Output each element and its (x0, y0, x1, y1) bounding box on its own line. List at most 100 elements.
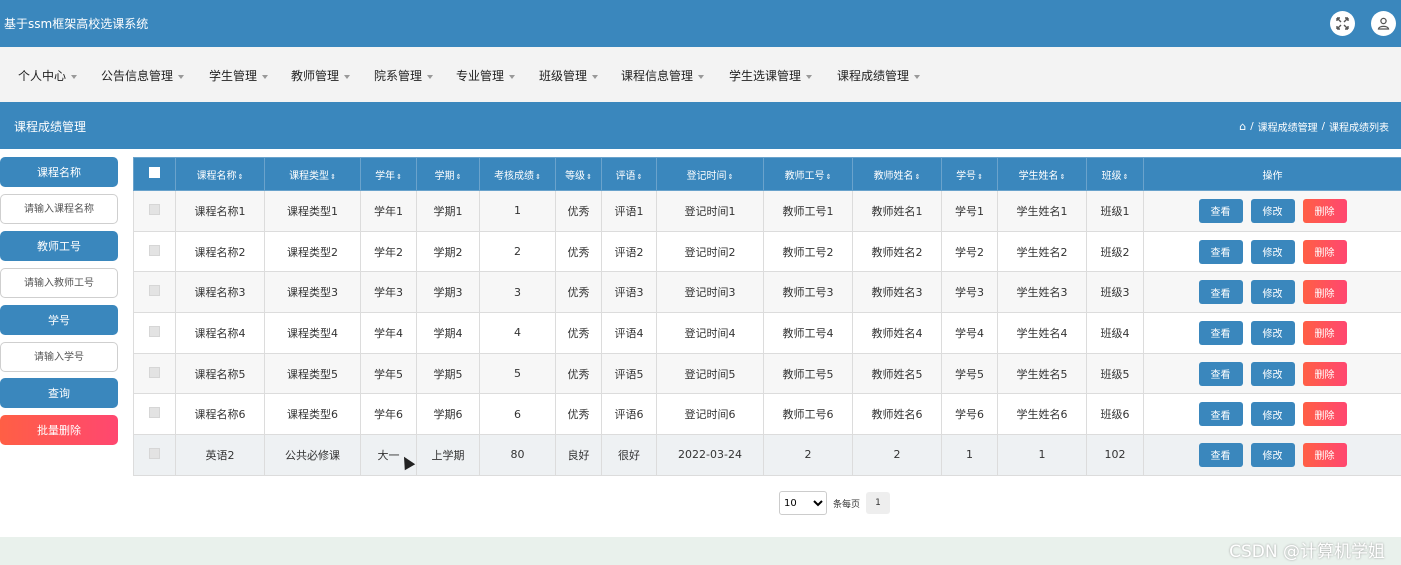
row-select-cell[interactable] (133, 352, 176, 395)
row-checkbox[interactable] (149, 285, 160, 297)
course-name-label: 课程名称 (0, 157, 118, 187)
column-header[interactable]: 教师姓名⇕ (852, 157, 942, 191)
row-checkbox[interactable] (149, 366, 160, 378)
column-header-actions: 操作 (1143, 157, 1401, 191)
user-icon[interactable] (1371, 11, 1396, 36)
table-cell: 评语2 (601, 230, 657, 273)
delete-button[interactable]: 删除 (1302, 280, 1347, 305)
nav-item-students[interactable]: 学生管理 (209, 67, 269, 84)
delete-button[interactable]: 删除 (1302, 198, 1347, 223)
column-header[interactable]: 教师工号⇕ (763, 157, 853, 191)
table-cell: 评语5 (601, 352, 657, 395)
table-cell: 课程类型2 (264, 230, 361, 273)
column-header[interactable]: 考核成绩⇕ (479, 157, 556, 191)
row-actions: 查看 修改 删除 (1145, 442, 1401, 467)
row-select-cell[interactable] (133, 393, 176, 436)
edit-button[interactable]: 修改 (1250, 239, 1295, 264)
row-checkbox[interactable] (149, 407, 160, 419)
bulk-delete-button[interactable]: 批量删除 (0, 415, 118, 445)
row-select-cell[interactable] (133, 271, 176, 314)
delete-button[interactable]: 删除 (1302, 239, 1347, 264)
nav-item-notice[interactable]: 公告信息管理 (101, 67, 185, 84)
query-button[interactable]: 查询 (0, 378, 118, 408)
student-no-input[interactable] (0, 342, 118, 372)
row-select-cell[interactable] (133, 312, 176, 354)
row-select-cell[interactable] (133, 230, 176, 273)
table-cell: 学年6 (360, 393, 417, 436)
view-button[interactable]: 查看 (1198, 280, 1243, 305)
nav-item-departments[interactable]: 院系管理 (374, 67, 434, 84)
column-header[interactable]: 课程类型⇕ (264, 157, 361, 191)
table-cell: 学年3 (360, 271, 417, 314)
column-header[interactable]: 学生姓名⇕ (997, 157, 1087, 191)
view-button[interactable]: 查看 (1198, 442, 1243, 467)
table-cell: 课程名称1 (175, 190, 265, 232)
column-header[interactable]: 学年⇕ (360, 157, 417, 191)
column-header[interactable]: 等级⇕ (555, 157, 602, 191)
table-cell: 上学期 (416, 434, 480, 476)
nav-item-course-grades[interactable]: 课程成绩管理 (837, 67, 921, 84)
view-button[interactable]: 查看 (1198, 198, 1243, 223)
table-cell: 学号2 (941, 230, 998, 273)
sort-icon: ⇕ (977, 172, 983, 181)
edit-button[interactable]: 修改 (1250, 320, 1295, 345)
view-button[interactable]: 查看 (1198, 239, 1243, 264)
chevron-down-icon (806, 74, 813, 79)
home-icon[interactable]: ⌂ (1239, 120, 1246, 133)
select-all-cell[interactable] (133, 157, 176, 191)
edit-button[interactable]: 修改 (1250, 280, 1295, 305)
teacher-no-input[interactable] (0, 268, 118, 298)
expand-icon[interactable] (1330, 11, 1355, 36)
page-number[interactable]: 1 (866, 492, 891, 514)
column-header[interactable]: 登记时间⇕ (656, 157, 764, 191)
nav-item-course-info[interactable]: 课程信息管理 (621, 67, 705, 84)
edit-button[interactable]: 修改 (1250, 402, 1295, 427)
course-name-input[interactable] (0, 194, 118, 224)
column-header[interactable]: 评语⇕ (601, 157, 657, 191)
edit-button[interactable]: 修改 (1250, 198, 1295, 223)
table-cell: 评语4 (601, 312, 657, 354)
nav-item-classes[interactable]: 班级管理 (539, 67, 599, 84)
table-cell: 6 (479, 393, 556, 436)
table-cell: 学期4 (416, 312, 480, 354)
column-header[interactable]: 学号⇕ (941, 157, 998, 191)
sort-icon: ⇕ (727, 172, 734, 181)
table-cell: 教师姓名3 (852, 271, 942, 314)
view-button[interactable]: 查看 (1198, 320, 1243, 345)
row-checkbox[interactable] (149, 244, 160, 256)
table-header-row: 课程名称⇕ 课程类型⇕ 学年⇕ 学期⇕ 考核成绩⇕ 等级⇕ 评语⇕ 登记时间⇕ … (133, 157, 1401, 191)
column-header[interactable]: 课程名称⇕ (175, 157, 265, 191)
nav-item-teachers[interactable]: 教师管理 (291, 67, 351, 84)
delete-button[interactable]: 删除 (1302, 402, 1347, 427)
sort-icon: ⇕ (396, 172, 402, 181)
delete-button[interactable]: 删除 (1302, 442, 1347, 467)
nav-item-majors[interactable]: 专业管理 (456, 67, 516, 84)
nav-item-personal-center[interactable]: 个人中心 (18, 67, 78, 84)
table-cell: 优秀 (555, 190, 602, 232)
table-cell: 良好 (555, 434, 602, 476)
row-checkbox[interactable] (149, 203, 160, 215)
column-header[interactable]: 班级⇕ (1086, 157, 1144, 191)
select-all-checkbox[interactable] (149, 167, 160, 178)
view-button[interactable]: 查看 (1198, 361, 1243, 386)
delete-button[interactable]: 删除 (1302, 361, 1347, 386)
delete-button[interactable]: 删除 (1302, 320, 1347, 345)
nav-item-course-selection[interactable]: 学生选课管理 (729, 67, 813, 84)
chevron-down-icon (592, 74, 599, 79)
edit-button[interactable]: 修改 (1250, 442, 1295, 467)
edit-button[interactable]: 修改 (1250, 361, 1295, 386)
row-checkbox[interactable] (149, 447, 160, 459)
column-header[interactable]: 学期⇕ (416, 157, 480, 191)
page-size-select[interactable]: 10 (779, 491, 827, 515)
view-button[interactable]: 查看 (1198, 402, 1243, 427)
table-cell: 学年5 (360, 352, 417, 395)
breadcrumb-item[interactable]: 课程成绩管理 (1258, 119, 1318, 134)
nav-item-label: 院系管理 (374, 69, 423, 83)
table-cell: 课程名称5 (175, 352, 265, 395)
row-checkbox[interactable] (149, 325, 160, 337)
row-select-cell[interactable] (133, 434, 176, 476)
row-select-cell[interactable] (133, 190, 176, 232)
table-row: 课程名称5 课程类型5 学年5 学期5 5 优秀 评语5 登记时间5 教师工号5 教师姓名5 学号5… (133, 352, 1401, 395)
nav-item-label: 专业管理 (456, 69, 505, 83)
table-cell: 学年4 (360, 312, 417, 354)
